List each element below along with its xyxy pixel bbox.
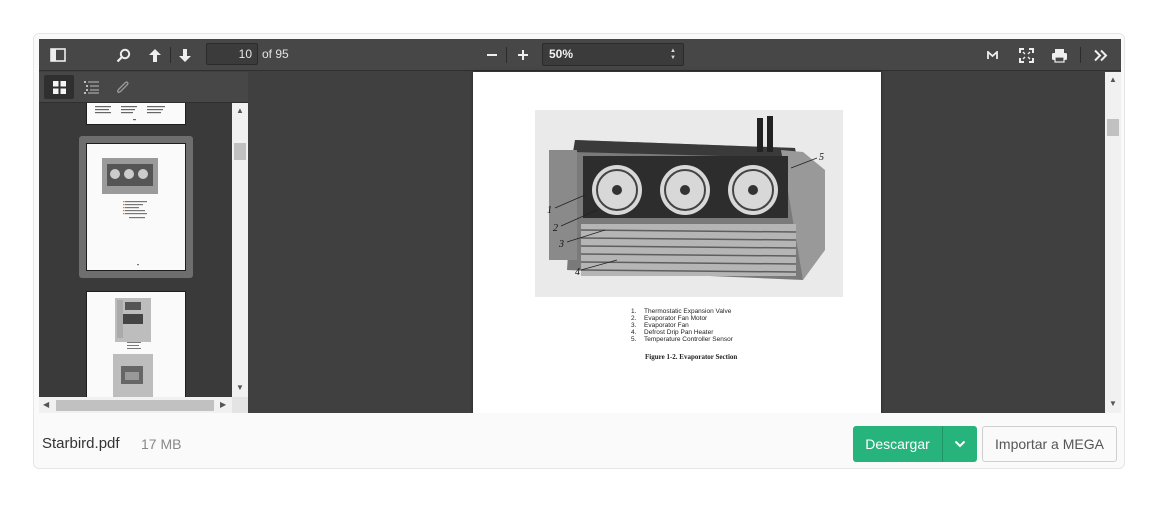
select-updown-icon: ▲ ▼ xyxy=(670,48,676,61)
legend-item: 4. Defrost Drip Pan Heater xyxy=(631,329,733,336)
fullscreen-icon[interactable] xyxy=(1014,43,1038,67)
file-size: 17 MB xyxy=(141,436,182,452)
scroll-up-arrow-icon[interactable]: ▲ xyxy=(236,106,244,115)
toolbar-separator xyxy=(170,47,171,63)
page-count-label: of 95 xyxy=(262,47,289,61)
toolbar-separator xyxy=(506,47,507,63)
printer-icon[interactable] xyxy=(1047,43,1071,67)
legend-item: 2. Evaporator Fan Motor xyxy=(631,315,733,322)
import-to-mega-button[interactable]: Importar a MEGA xyxy=(982,426,1117,462)
sidebar-vertical-scrollbar[interactable]: ▲ ▼ xyxy=(232,103,248,397)
paperclip-icon[interactable] xyxy=(108,75,138,99)
viewer-toolbar: 10 of 95 50% ▲ ▼ xyxy=(39,39,1121,71)
legend-item: 1. Thermostatic Expansion Valve xyxy=(631,308,733,315)
legend-number: 3. xyxy=(631,322,637,329)
legend-number: 4. xyxy=(631,329,637,336)
scrollbar-thumb[interactable] xyxy=(234,143,246,160)
list-icon[interactable] xyxy=(76,75,106,99)
legend-number: 2. xyxy=(631,315,637,322)
legend-text: Temperature Controller Sensor xyxy=(644,336,733,343)
thumbnail-page-9[interactable] xyxy=(86,103,186,125)
scroll-down-arrow-icon[interactable]: ▼ xyxy=(236,383,244,392)
callout-1: 1 xyxy=(547,205,552,216)
document-page: 1 2 3 4 5 1. Thermostatic Expansion Valve… xyxy=(473,72,881,413)
arrow-down-icon[interactable] xyxy=(173,43,197,67)
search-icon[interactable] xyxy=(111,43,135,67)
thumbnail-page-10[interactable] xyxy=(86,143,186,271)
figure-legend: 1. Thermostatic Expansion Valve 2. Evapora… xyxy=(631,308,733,343)
legend-item: 5. Temperature Controller Sensor xyxy=(631,336,733,343)
chevron-down-icon xyxy=(954,440,966,448)
plus-icon[interactable] xyxy=(513,43,533,67)
minus-icon[interactable] xyxy=(482,43,502,67)
legend-text: Evaporator Fan Motor xyxy=(644,315,708,322)
scroll-left-arrow-icon[interactable]: ◀ xyxy=(43,400,49,409)
download-options-button[interactable] xyxy=(942,426,977,462)
thumbnail-list xyxy=(39,103,232,397)
double-chevron-right-icon[interactable] xyxy=(1089,43,1113,67)
scroll-up-arrow-icon[interactable]: ▲ xyxy=(1109,75,1117,84)
fan-graphic xyxy=(592,165,778,215)
thumbnail-page-11[interactable] xyxy=(86,291,186,397)
sidebar-horizontal-scrollbar[interactable]: ◀ ▶ xyxy=(39,397,232,413)
callout-2: 2 xyxy=(553,223,558,234)
mega-m-icon[interactable] xyxy=(982,43,1002,67)
callout-3: 3 xyxy=(558,239,564,250)
scrollbar-thumb[interactable] xyxy=(56,400,214,411)
legend-number: 1. xyxy=(631,308,637,315)
legend-text: Evaporator Fan xyxy=(644,322,689,329)
pdf-viewer: 10 of 95 50% ▲ ▼ ▲ ▼ ◀ ▶ 1 2 3 4 5 1. Th… xyxy=(39,39,1121,413)
evaporator-photo: 1 2 3 4 5 xyxy=(535,110,843,297)
scroll-right-arrow-icon[interactable]: ▶ xyxy=(220,400,226,409)
document-viewport[interactable]: 1 2 3 4 5 1. Thermostatic Expansion Valve… xyxy=(248,72,1105,413)
toolbar-separator xyxy=(1080,47,1081,63)
sidebar-toggle-icon[interactable] xyxy=(45,43,71,67)
file-footer: Starbird.pdf 17 MB Descargar Importar a … xyxy=(34,414,1124,468)
thumbnail-sidebar: ▲ ▼ ◀ ▶ xyxy=(39,72,248,413)
zoom-select[interactable]: 50% ▲ ▼ xyxy=(542,43,684,66)
document-vertical-scrollbar[interactable]: ▲ ▼ xyxy=(1105,72,1121,413)
legend-number: 5. xyxy=(631,336,637,343)
figure-caption: Figure 1-2. Evaporator Section xyxy=(645,353,738,361)
scroll-down-arrow-icon[interactable]: ▼ xyxy=(1109,399,1117,408)
callout-5: 5 xyxy=(819,152,824,163)
legend-text: Defrost Drip Pan Heater xyxy=(644,329,714,336)
callout-4: 4 xyxy=(575,267,580,278)
scrollbar-thumb[interactable] xyxy=(1107,119,1119,136)
download-button[interactable]: Descargar xyxy=(853,426,942,462)
sidebar-toolbar xyxy=(39,72,248,103)
grid-icon[interactable] xyxy=(44,75,74,99)
legend-item: 3. Evaporator Fan xyxy=(631,322,733,329)
legend-text: Thermostatic Expansion Valve xyxy=(644,308,732,315)
file-preview-card: 10 of 95 50% ▲ ▼ ▲ ▼ ◀ ▶ 1 2 3 4 5 1. Th… xyxy=(33,33,1125,469)
scrollbar-corner xyxy=(232,397,248,413)
zoom-value: 50% xyxy=(549,47,574,61)
arrow-up-icon[interactable] xyxy=(143,43,167,67)
page-number-input[interactable]: 10 xyxy=(206,43,258,65)
file-name: Starbird.pdf xyxy=(42,435,120,452)
